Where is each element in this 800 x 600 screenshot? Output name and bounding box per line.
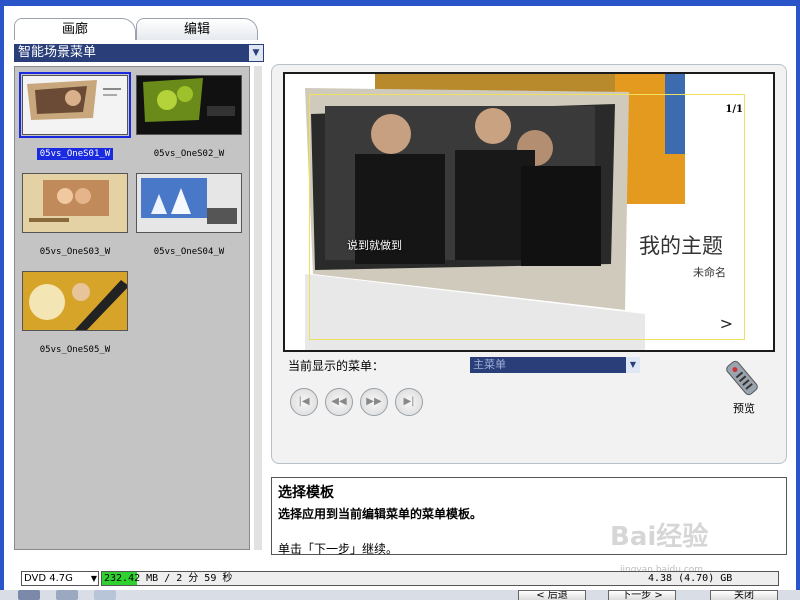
first-button[interactable]: |◀ bbox=[290, 388, 318, 416]
next-page-icon[interactable]: > bbox=[720, 314, 733, 333]
disc-capacity-bar: 232.42 MB / 2 分 59 秒 4.38 (4.70) GB bbox=[101, 571, 779, 586]
settings-icon[interactable] bbox=[18, 590, 40, 600]
bottom-toolbar bbox=[0, 590, 800, 600]
theme-subtitle[interactable]: 未命名 bbox=[693, 264, 726, 280]
last-icon: ▶| bbox=[403, 396, 415, 407]
close-button[interactable]: 关闭 bbox=[710, 590, 778, 600]
template-name: 05vs_OneS01_W bbox=[36, 148, 114, 160]
template-thumbnail[interactable] bbox=[136, 173, 242, 233]
preview-button-label[interactable]: 预览 bbox=[733, 400, 755, 416]
menu-type-value: 智能场景菜单 bbox=[18, 45, 97, 60]
template-thumbnail[interactable] bbox=[22, 173, 128, 233]
info-panel: 选择模板 选择应用到当前编辑菜单的菜单模板。 单击「下一步」继续。 bbox=[271, 477, 787, 556]
rewind-icon: ◀◀ bbox=[331, 396, 347, 407]
disc-type-value: DVD 4.7G bbox=[24, 573, 73, 584]
page-number: 1/1 bbox=[725, 104, 743, 115]
gallery-scrollbar[interactable] bbox=[254, 66, 262, 550]
template-item-2[interactable]: 05vs_OneS02_W bbox=[135, 75, 243, 160]
tab-edit[interactable]: 编辑 bbox=[136, 18, 258, 40]
window-frame-top bbox=[0, 0, 800, 6]
next-button[interactable]: 下一步 > bbox=[608, 590, 676, 600]
chevron-down-icon[interactable]: ▼ bbox=[626, 357, 640, 373]
rewind-button[interactable]: ◀◀ bbox=[325, 388, 353, 416]
menu-preview-screen: 1/1 说到就做到 我的主题 未命名 > bbox=[283, 72, 775, 352]
photo-caption[interactable]: 说到就做到 bbox=[347, 237, 402, 253]
current-menu-label: 当前显示的菜单： bbox=[288, 359, 385, 373]
last-button[interactable]: ▶| bbox=[395, 388, 423, 416]
current-menu-select[interactable]: 主菜单 ▼ bbox=[470, 357, 640, 373]
template-item-1[interactable]: 05vs_OneS01_W bbox=[19, 72, 131, 160]
back-button[interactable]: < 后退 bbox=[518, 590, 586, 600]
tab-gallery[interactable]: 画廊 bbox=[14, 18, 136, 40]
info-title: 选择模板 bbox=[278, 485, 334, 501]
template-item-5[interactable]: 05vs_OneS05_W bbox=[21, 271, 129, 356]
fast-forward-button[interactable]: ▶▶ bbox=[360, 388, 388, 416]
template-thumbnail[interactable] bbox=[22, 271, 128, 331]
menu-type-select[interactable]: 智能场景菜单 ▼ bbox=[14, 44, 264, 62]
chevron-down-icon[interactable]: ▼ bbox=[91, 572, 97, 585]
disc-type-select[interactable]: DVD 4.7G ▼ bbox=[21, 571, 99, 586]
template-name: 05vs_OneS03_W bbox=[39, 247, 111, 257]
capacity-total-text: 4.38 (4.70) GB bbox=[648, 573, 733, 584]
first-icon: |◀ bbox=[298, 396, 310, 407]
window-frame-right bbox=[796, 0, 800, 600]
template-name: 05vs_OneS05_W bbox=[39, 345, 111, 355]
aspect-ratio-icon[interactable] bbox=[94, 590, 116, 600]
window-frame-left bbox=[0, 0, 4, 600]
current-menu-value: 主菜单 bbox=[473, 358, 506, 371]
template-name: 05vs_OneS02_W bbox=[153, 149, 225, 159]
theme-title[interactable]: 我的主题 bbox=[639, 230, 723, 260]
safe-area-guide bbox=[309, 94, 745, 340]
remote-control-icon[interactable] bbox=[722, 358, 762, 401]
fast-forward-icon: ▶▶ bbox=[366, 396, 382, 407]
template-thumbnail[interactable] bbox=[19, 72, 131, 138]
template-item-4[interactable]: 05vs_OneS04_W bbox=[135, 173, 243, 258]
watermark-logo: Bai经验 bbox=[610, 522, 709, 552]
template-thumbnail[interactable] bbox=[136, 75, 242, 135]
capacity-used-text: 232.42 MB / 2 分 59 秒 bbox=[104, 573, 233, 584]
chevron-down-icon[interactable]: ▼ bbox=[248, 44, 264, 62]
template-name: 05vs_OneS04_W bbox=[153, 247, 225, 257]
template-item-3[interactable]: 05vs_OneS03_W bbox=[21, 173, 129, 258]
template-gallery: 05vs_OneS01_W 05vs_OneS02_W 05vs_OneS03_ bbox=[14, 66, 250, 550]
gear-icon[interactable] bbox=[56, 590, 78, 600]
